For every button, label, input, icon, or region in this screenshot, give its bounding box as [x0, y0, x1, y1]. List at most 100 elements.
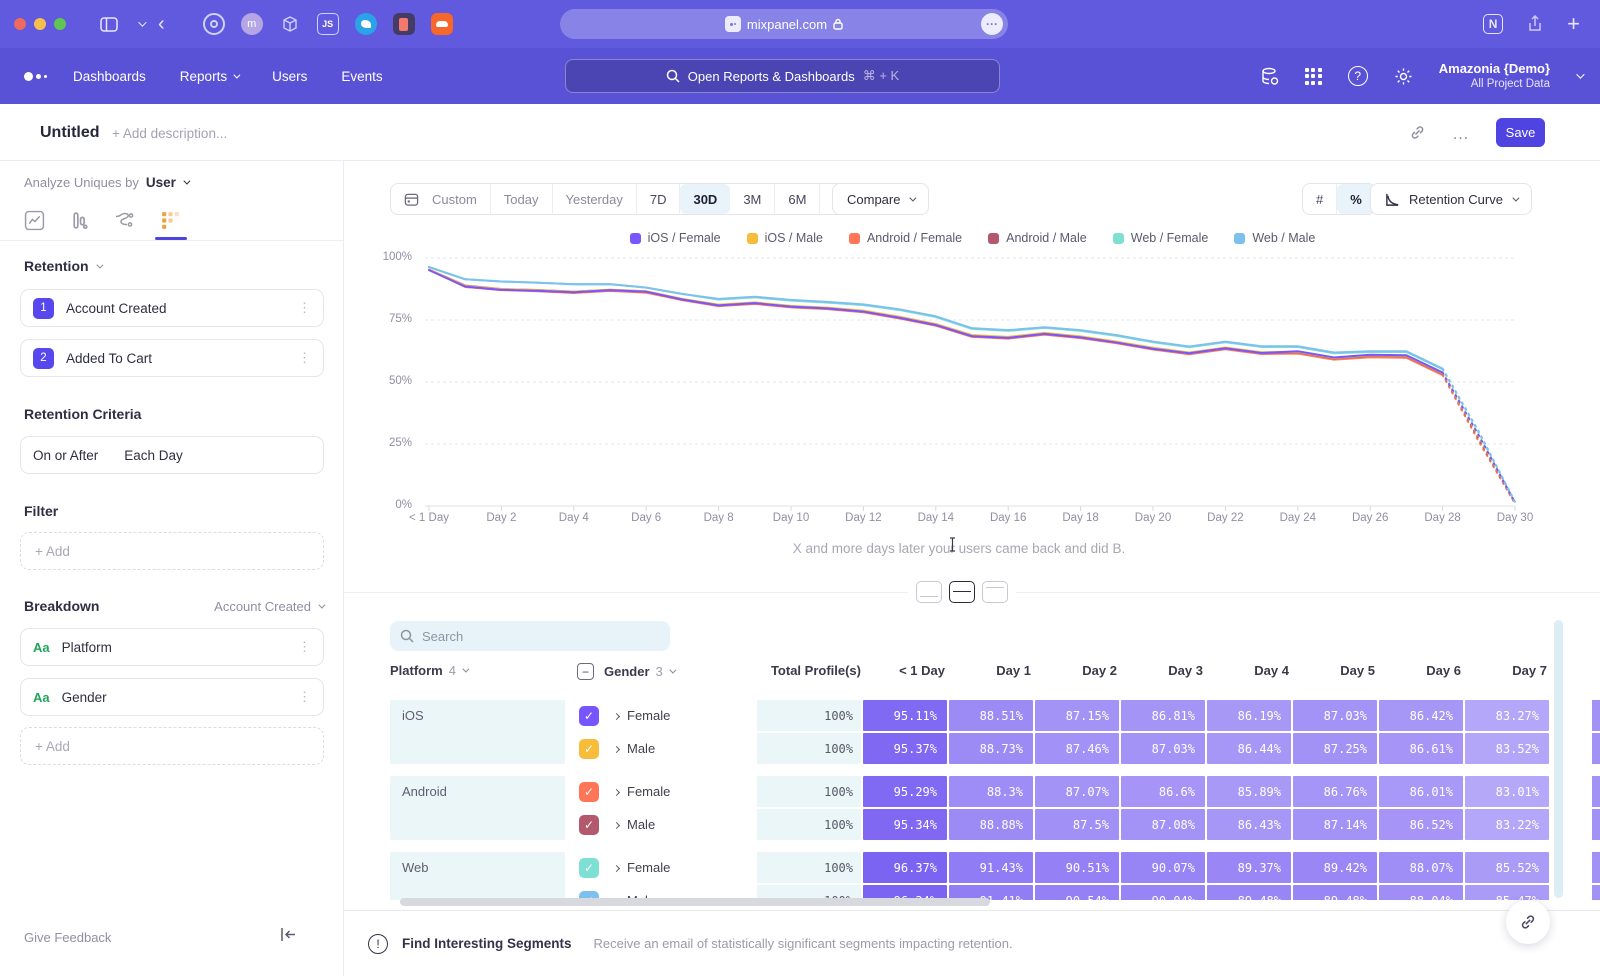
kebab-menu-icon[interactable]: ⋮	[298, 350, 311, 366]
nav-users[interactable]: Users	[272, 69, 307, 84]
address-bar[interactable]: mixpanel.com ···	[560, 9, 1008, 39]
report-header: Untitled + Add description... … Save	[0, 104, 1600, 161]
tab-retention-icon[interactable]	[160, 210, 181, 231]
range-3m[interactable]: 3M	[730, 184, 775, 214]
retention-criteria-card[interactable]: On or After Each Day	[20, 436, 324, 474]
nav-dashboards[interactable]: Dashboards	[73, 69, 146, 84]
legend-item[interactable]: Android / Female	[849, 231, 962, 245]
kebab-menu-icon[interactable]: ⋮	[298, 639, 311, 655]
select-all-checkbox[interactable]: −	[577, 663, 594, 680]
give-feedback-link[interactable]: Give Feedback	[24, 930, 111, 945]
url-more-icon[interactable]: ···	[981, 13, 1003, 35]
nav-reports[interactable]: Reports	[180, 69, 238, 84]
gender-label: Male	[627, 817, 757, 832]
chevron-down-icon[interactable]	[138, 21, 144, 27]
legend-item[interactable]: iOS / Male	[747, 231, 823, 245]
legend-item[interactable]: Web / Male	[1234, 231, 1315, 245]
breakdown-platform[interactable]: Aa Platform ⋮	[20, 628, 324, 666]
gender-column-header[interactable]: − Gender 3	[577, 663, 674, 680]
series-checkbox[interactable]: ✓	[579, 706, 599, 726]
bird-icon[interactable]	[355, 13, 377, 35]
save-button[interactable]: Save	[1496, 118, 1545, 147]
window-minimize-button[interactable]	[34, 18, 46, 30]
help-icon[interactable]: ?	[1348, 66, 1368, 86]
data-management-icon[interactable]	[1260, 67, 1279, 86]
new-tab-icon[interactable]: +	[1567, 11, 1580, 37]
legend-item[interactable]: Web / Female	[1113, 231, 1209, 245]
range-6m[interactable]: 6M	[775, 184, 820, 214]
range-7d[interactable]: 7D	[637, 184, 681, 214]
platform-column-header[interactable]: Platform 4	[390, 663, 467, 678]
expand-row-icon[interactable]	[605, 710, 627, 722]
back-icon[interactable]: ‹	[158, 13, 165, 36]
retention-section-header[interactable]: Retention	[24, 258, 323, 274]
table-search-input[interactable]: Search	[390, 621, 670, 651]
copy-link-icon[interactable]	[1409, 124, 1426, 141]
filter-add-button[interactable]: + Add	[20, 532, 324, 570]
view-split-icon[interactable]	[949, 581, 975, 603]
cloud-icon[interactable]	[431, 13, 453, 35]
vertical-scrollbar[interactable]	[1554, 620, 1563, 898]
legend-item[interactable]: iOS / Female	[630, 231, 721, 245]
horizontal-scrollbar[interactable]	[400, 898, 990, 906]
range-custom[interactable]: Custom	[419, 184, 491, 214]
criteria-interval[interactable]: Each Day	[124, 448, 183, 463]
more-options-icon[interactable]: …	[1452, 124, 1470, 144]
report-title[interactable]: Untitled	[40, 124, 100, 142]
chart-type-dropdown[interactable]: Retention Curve	[1370, 183, 1532, 215]
analyze-value-dropdown[interactable]: User	[146, 175, 176, 190]
breakdown-gender[interactable]: Aa Gender ⋮	[20, 678, 324, 716]
compare-button[interactable]: Compare	[832, 183, 929, 215]
format-number-toggle[interactable]: #	[1303, 184, 1337, 214]
mixpanel-logo-icon[interactable]	[24, 72, 47, 81]
x-axis-label: Day 18	[1046, 512, 1116, 524]
js-icon[interactable]: JS	[317, 13, 339, 35]
window-close-button[interactable]	[14, 18, 26, 30]
criteria-mode[interactable]: On or After	[33, 448, 98, 463]
kebab-menu-icon[interactable]: ⋮	[298, 300, 311, 316]
retention-value-cell: 86.42%	[1379, 700, 1463, 731]
share-icon[interactable]	[1527, 15, 1543, 33]
range-yesterday[interactable]: Yesterday	[553, 184, 637, 214]
expand-row-icon[interactable]	[605, 743, 627, 755]
avatar-m-icon[interactable]: m	[241, 13, 263, 35]
target-icon[interactable]	[203, 13, 225, 35]
step-account-created[interactable]: 1 Account Created ⋮	[20, 289, 324, 327]
account-switcher[interactable]: Amazonia {Demo} All Project Data	[1439, 61, 1550, 92]
kebab-menu-icon[interactable]: ⋮	[298, 689, 311, 705]
tab-flows-icon[interactable]	[114, 210, 136, 231]
custom-range-calendar-icon	[391, 184, 419, 214]
view-chart-focus-icon[interactable]	[916, 581, 942, 603]
view-table-focus-icon[interactable]	[982, 581, 1008, 603]
add-description[interactable]: + Add description...	[112, 126, 227, 141]
series-checkbox[interactable]: ✓	[579, 739, 599, 759]
legend-item[interactable]: Android / Male	[988, 231, 1087, 245]
range-30d[interactable]: 30D	[680, 184, 730, 214]
find-segments-title[interactable]: Find Interesting Segments	[402, 936, 572, 951]
tab-funnels-icon[interactable]	[69, 210, 90, 231]
browser-sidebar-toggle-icon[interactable]	[100, 17, 118, 32]
apps-grid-icon[interactable]	[1305, 68, 1322, 85]
retention-line-chart[interactable]	[425, 252, 1520, 514]
settings-gear-icon[interactable]	[1394, 67, 1413, 86]
tab-insights-icon[interactable]	[24, 210, 45, 231]
notion-icon[interactable]: N	[1483, 14, 1503, 34]
global-search-input[interactable]: Open Reports & Dashboards ⌘ + K	[565, 59, 1000, 93]
cube-icon[interactable]	[279, 13, 301, 35]
breakdown-add-button[interactable]: + Add	[20, 727, 324, 765]
expand-row-icon[interactable]	[605, 862, 627, 874]
step-added-to-cart[interactable]: 2 Added To Cart ⋮	[20, 339, 324, 377]
expand-row-icon[interactable]	[605, 786, 627, 798]
nav-events[interactable]: Events	[341, 69, 382, 84]
series-checkbox[interactable]: ✓	[579, 815, 599, 835]
share-link-fab[interactable]	[1506, 900, 1550, 944]
series-checkbox[interactable]: ✓	[579, 858, 599, 878]
collapse-sidebar-icon[interactable]	[280, 927, 297, 942]
range-today[interactable]: Today	[491, 184, 553, 214]
retention-value-cell: 88.3%	[949, 776, 1033, 807]
notebook-icon[interactable]	[393, 13, 415, 35]
expand-row-icon[interactable]	[605, 819, 627, 831]
window-zoom-button[interactable]	[54, 18, 66, 30]
breakdown-event-dropdown[interactable]: Account Created	[214, 599, 323, 614]
series-checkbox[interactable]: ✓	[579, 782, 599, 802]
